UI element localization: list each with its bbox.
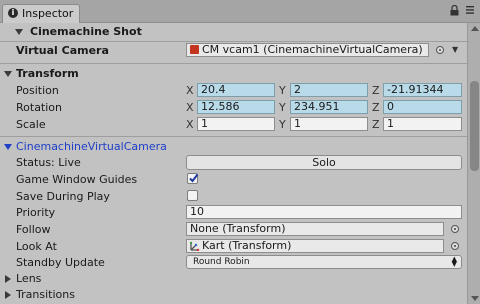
follow-field[interactable]: None (Transform) [186, 222, 444, 236]
cinemachine-shot-header[interactable]: Cinemachine Shot [0, 23, 467, 40]
scroll-up-icon[interactable] [471, 26, 479, 31]
save-during-play-row: Save During Play [0, 188, 467, 205]
inspector-content: Cinemachine Shot Virtual Camera CM vcam1… [0, 23, 467, 304]
follow-label: Follow [16, 223, 51, 236]
foldout-collapsed-icon[interactable] [5, 291, 11, 299]
cinemachine-shot-title: Cinemachine Shot [30, 25, 142, 38]
vertical-scrollbar[interactable] [467, 23, 480, 304]
status-row: Status: Live Solo [0, 154, 467, 171]
foldout-expanded-icon[interactable] [4, 144, 12, 150]
rotation-y-field[interactable]: 234.951 [290, 100, 368, 114]
object-picker-icon[interactable] [451, 225, 459, 233]
look-at-value: Kart (Transform) [202, 239, 292, 252]
vcam-component-header[interactable]: CinemachineVirtualCamera [0, 138, 467, 155]
priority-row: Priority 10 [0, 204, 467, 221]
transform-icon [190, 241, 200, 251]
virtual-camera-value: CM vcam1 (CinemachineVirtualCamera) [202, 43, 423, 56]
tab-bar: i Inspector [0, 0, 480, 23]
look-at-field[interactable]: Kart (Transform) [186, 239, 444, 253]
game-window-guides-checkbox[interactable] [187, 173, 199, 184]
scroll-down-icon[interactable] [471, 296, 479, 301]
save-during-play-checkbox[interactable] [187, 190, 198, 201]
position-z-field[interactable]: -21.91344 [383, 83, 462, 97]
lock-icon[interactable] [450, 5, 459, 16]
foldout-expanded-icon[interactable] [15, 29, 23, 35]
axis-z-label: Z [372, 84, 380, 97]
status-label: Status: Live [16, 156, 81, 169]
rotation-label: Rotation [16, 101, 63, 114]
transitions-foldout[interactable]: Transitions [0, 286, 467, 303]
follow-row: Follow None (Transform) [0, 221, 467, 238]
rotation-row: Rotation X 12.586 Y 234.951 Z 0 [0, 99, 467, 116]
scale-row: Scale X 1 Y 1 Z 1 [0, 116, 467, 133]
vcam-component-title: CinemachineVirtualCamera [16, 140, 167, 153]
divider [0, 136, 467, 137]
transform-title: Transform [16, 67, 79, 80]
lens-label: Lens [16, 272, 42, 285]
dropdown-arrows-icon: ▲ ▼ [451, 255, 457, 268]
standby-update-value: Round Robin [193, 257, 250, 267]
save-during-play-label: Save During Play [16, 190, 110, 203]
priority-field[interactable]: 10 [186, 205, 462, 219]
scale-y-field[interactable]: 1 [290, 117, 368, 131]
virtual-camera-row: Virtual Camera CM vcam1 (CinemachineVirt… [0, 42, 467, 59]
look-at-row: Look At Kart (Transform) [0, 238, 467, 255]
game-window-guides-label: Game Window Guides [16, 173, 138, 186]
lens-foldout[interactable]: Lens [0, 270, 467, 287]
priority-label: Priority [16, 206, 56, 219]
object-picker-icon[interactable] [436, 46, 444, 54]
virtual-camera-field[interactable]: CM vcam1 (CinemachineVirtualCamera) [186, 43, 429, 57]
game-window-guides-row: Game Window Guides [0, 171, 467, 188]
cinemachine-vcam-icon [190, 45, 199, 54]
dropdown-arrow-icon[interactable]: ▼ [452, 45, 458, 54]
transform-header[interactable]: Transform [0, 65, 467, 82]
inspector-window: i Inspector Cinemachine Shot Virtual Cam… [0, 0, 480, 304]
foldout-expanded-icon[interactable] [4, 71, 12, 77]
tab-label: Inspector [22, 7, 74, 20]
position-row: Position X 20.4 Y 2 Z -21.91344 [0, 82, 467, 99]
scrollbar-thumb[interactable] [470, 81, 479, 171]
menu-icon[interactable] [465, 4, 475, 16]
position-label: Position [16, 84, 59, 97]
axis-z-label: Z [372, 101, 380, 114]
tab-inspector[interactable]: i Inspector [2, 4, 80, 23]
axis-z-label: Z [372, 118, 380, 131]
scale-z-field[interactable]: 1 [383, 117, 462, 131]
standby-update-row: Standby Update Round Robin ▲ ▼ [0, 254, 467, 271]
standby-update-label: Standby Update [16, 256, 105, 269]
look-at-label: Look At [16, 240, 57, 253]
position-y-field[interactable]: 2 [290, 83, 368, 97]
axis-x-label: X [186, 118, 194, 131]
virtual-camera-label: Virtual Camera [16, 44, 109, 57]
solo-button[interactable]: Solo [186, 155, 462, 170]
position-x-field[interactable]: 20.4 [197, 83, 275, 97]
transitions-label: Transitions [16, 288, 75, 301]
divider [0, 63, 467, 64]
scale-label: Scale [16, 118, 46, 131]
axis-y-label: Y [279, 118, 286, 131]
scale-x-field[interactable]: 1 [197, 117, 275, 131]
info-icon: i [8, 8, 18, 18]
axis-x-label: X [186, 101, 194, 114]
axis-y-label: Y [279, 101, 286, 114]
axis-y-label: Y [279, 84, 286, 97]
object-picker-icon[interactable] [451, 242, 459, 250]
standby-update-dropdown[interactable]: Round Robin ▲ ▼ [186, 255, 462, 269]
rotation-z-field[interactable]: 0 [383, 100, 462, 114]
rotation-x-field[interactable]: 12.586 [197, 100, 275, 114]
foldout-collapsed-icon[interactable] [5, 275, 11, 283]
axis-x-label: X [186, 84, 194, 97]
checkmark-icon [189, 173, 199, 183]
